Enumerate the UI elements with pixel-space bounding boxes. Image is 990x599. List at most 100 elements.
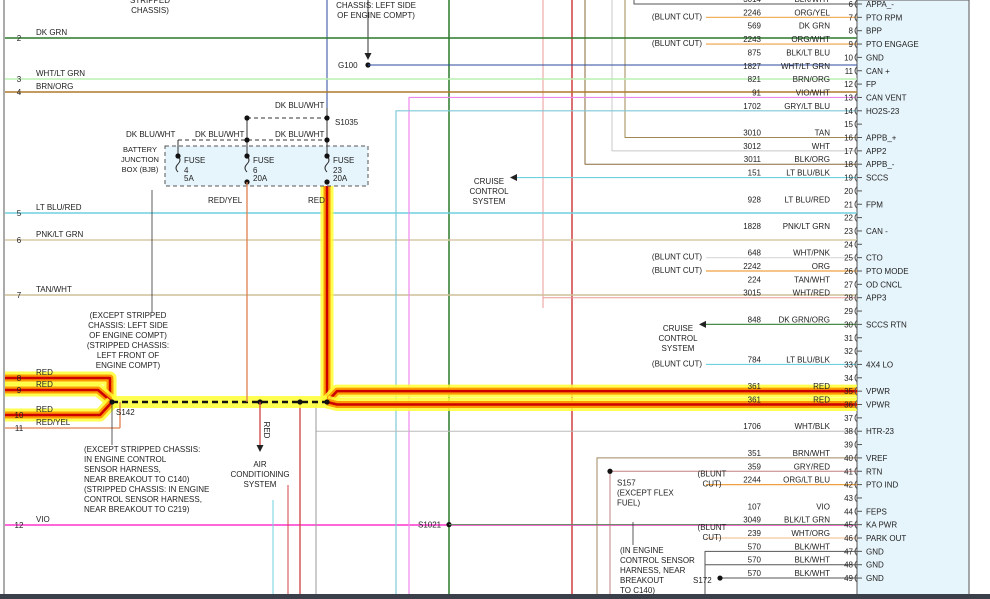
pin-color-17: WHT xyxy=(812,142,830,151)
fuse-label-6: FUSE xyxy=(253,156,274,165)
pin-circuit-9: 2243 xyxy=(743,35,761,44)
left-wire-label-3: WHT/LT GRN xyxy=(36,69,85,78)
pin-number-37: 37 xyxy=(844,414,853,423)
pin-function-18: APPB_- xyxy=(866,160,895,169)
wire-label-red: RED xyxy=(308,196,325,205)
pin-color-45: BLK/LT GRN xyxy=(784,516,830,525)
pin-color-11: WHT/LT GRN xyxy=(781,62,830,71)
pin-function-47: GND xyxy=(866,547,884,556)
pin-color-16: TAN xyxy=(815,129,831,138)
pin-function-40: VREF xyxy=(866,454,887,463)
left-wire-number-6: 6 xyxy=(17,236,22,245)
pin-number-6: 6 xyxy=(849,0,854,9)
left-wire-labels: 2 DK GRN 3 WHT/LT GRN 4 BRN/ORG 5 LT BLU/RED 6 PN… xyxy=(15,28,86,530)
pin-color-19: LT BLU/BLK xyxy=(786,169,830,178)
pin-number-43: 43 xyxy=(844,494,853,503)
pin-number-8: 8 xyxy=(849,27,854,36)
pin-number-21: 21 xyxy=(844,200,853,209)
pin-number-39: 39 xyxy=(844,441,853,450)
pin-circuit-18: 3011 xyxy=(744,155,762,164)
pin-color-26: ORG xyxy=(812,262,830,271)
pin-circuit-16: 3010 xyxy=(743,129,761,138)
pin-function-13: CAN VENT xyxy=(866,93,907,102)
pin-color-9: ORG/WHT xyxy=(791,35,830,44)
note-stripped-chassis: STRIPPED CHASSIS) xyxy=(130,0,170,15)
pin-circuit-25: 648 xyxy=(748,249,762,258)
pin-function-28: APP3 xyxy=(866,294,887,303)
s172-dot xyxy=(717,575,723,581)
left-wire-number-9: 9 xyxy=(17,386,22,395)
left-wire-label-12: VIO xyxy=(36,515,50,524)
fuse-label-4: FUSE xyxy=(184,156,205,165)
fuse4-dot-top xyxy=(175,153,181,159)
left-wire-number-5: 5 xyxy=(17,209,22,218)
pin-color-13: VIO/WHT xyxy=(796,88,830,97)
pin-number-10: 10 xyxy=(844,53,853,62)
left-wire-label-9: RED xyxy=(36,380,53,389)
pin-function-10: GND xyxy=(866,53,884,62)
blunt-cut-46: (BLUNT CUT) xyxy=(698,523,727,542)
left-wire-number-3: 3 xyxy=(17,75,22,84)
note-chassis-left-side: CHASSIS: LEFT SIDE OF ENGINE COMPT) xyxy=(336,1,416,20)
pin-number-12: 12 xyxy=(844,80,853,89)
s157-dot xyxy=(607,468,613,474)
pin-function-16: APPB_+ xyxy=(866,134,897,143)
splice-s142-label: S142 xyxy=(116,408,135,417)
pin-function-33: 4X4 LO xyxy=(866,360,893,369)
pin-function-42: PTO IND xyxy=(866,481,899,490)
bjb-dot-a xyxy=(244,115,250,121)
pin-number-16: 16 xyxy=(844,134,853,143)
pin-color-12: BRN/ORG xyxy=(793,75,830,84)
pin-number-18: 18 xyxy=(844,160,853,169)
pin-number-46: 46 xyxy=(844,534,853,543)
window-bottom-bar xyxy=(0,594,990,599)
pin-circuit-23: 1828 xyxy=(743,222,761,231)
ac-arrow-icon xyxy=(256,445,264,452)
pin-function-17: APP2 xyxy=(866,147,887,156)
pin-color-49: BLK/WHT xyxy=(794,569,830,578)
pin-number-24: 24 xyxy=(844,240,853,249)
pin-number-32: 32 xyxy=(844,347,853,356)
pin-circuit-7: 2246 xyxy=(743,8,761,17)
pin-circuit-45: 3049 xyxy=(743,516,761,525)
pin-function-46: PARK OUT xyxy=(866,534,906,543)
pin-function-7: PTO RPM xyxy=(866,13,903,22)
pin-function-49: GND xyxy=(866,574,884,583)
pin-number-9: 9 xyxy=(849,40,854,49)
wire-label-dk-blu-wht-3: DK BLU/WHT xyxy=(275,130,324,139)
pin-number-31: 31 xyxy=(844,334,853,343)
fuse-amp-6: 20A xyxy=(253,174,268,183)
bus-dot-c xyxy=(324,399,330,405)
note-s157: S157 (EXCEPT FLEX FUEL) xyxy=(617,478,674,507)
cruise-control-system-2: CRUISE CONTROL SYSTEM xyxy=(658,324,698,353)
s142-dot xyxy=(109,399,115,405)
splice-s1035-label: S1035 xyxy=(335,118,359,127)
pin-circuit-11: 1827 xyxy=(743,62,761,71)
left-wire-label-4: BRN/ORG xyxy=(36,82,73,91)
pin-function-23: CAN - xyxy=(866,227,888,236)
pin-circuit-38: 1706 xyxy=(743,422,761,431)
pin-color-48: BLK/WHT xyxy=(794,556,830,565)
wiring-diagram: G100 BATTERY JUNCTION BOX (BJB) FUSE 4 5A FUSE… xyxy=(3,0,970,599)
fuse23-dot-bottom xyxy=(324,179,330,185)
pin-function-21: FPM xyxy=(866,200,883,209)
air-conditioning-system: AIR CONDITIONING SYSTEM xyxy=(230,460,289,489)
pin-number-45: 45 xyxy=(844,521,853,530)
pin-color-36: RED xyxy=(813,396,830,405)
pin-function-38: HTR-23 xyxy=(866,427,895,436)
pin-function-30: SCCS RTN xyxy=(866,320,907,329)
pin-circuit-14: 1702 xyxy=(743,102,761,111)
pin-function-8: BPP xyxy=(866,27,882,36)
pin-color-7: ORG/YEL xyxy=(794,8,830,17)
cruise-arrow-icon xyxy=(510,174,517,182)
pin-color-14: GRY/LT BLU xyxy=(784,102,830,111)
pin-color-10: BLK/LT BLU xyxy=(786,48,830,57)
pin-number-36: 36 xyxy=(844,401,853,410)
pin-number-49: 49 xyxy=(844,574,853,583)
pin-color-28: WHT/RED xyxy=(793,289,831,298)
blunt-cut-7: (BLUNT CUT) xyxy=(652,12,702,21)
pin-color-40: BRN/WHT xyxy=(793,449,830,458)
pin-number-14: 14 xyxy=(844,107,853,116)
pin-function-6: APPA_- xyxy=(866,0,894,9)
blunt-cut-26: (BLUNT CUT) xyxy=(652,266,702,275)
